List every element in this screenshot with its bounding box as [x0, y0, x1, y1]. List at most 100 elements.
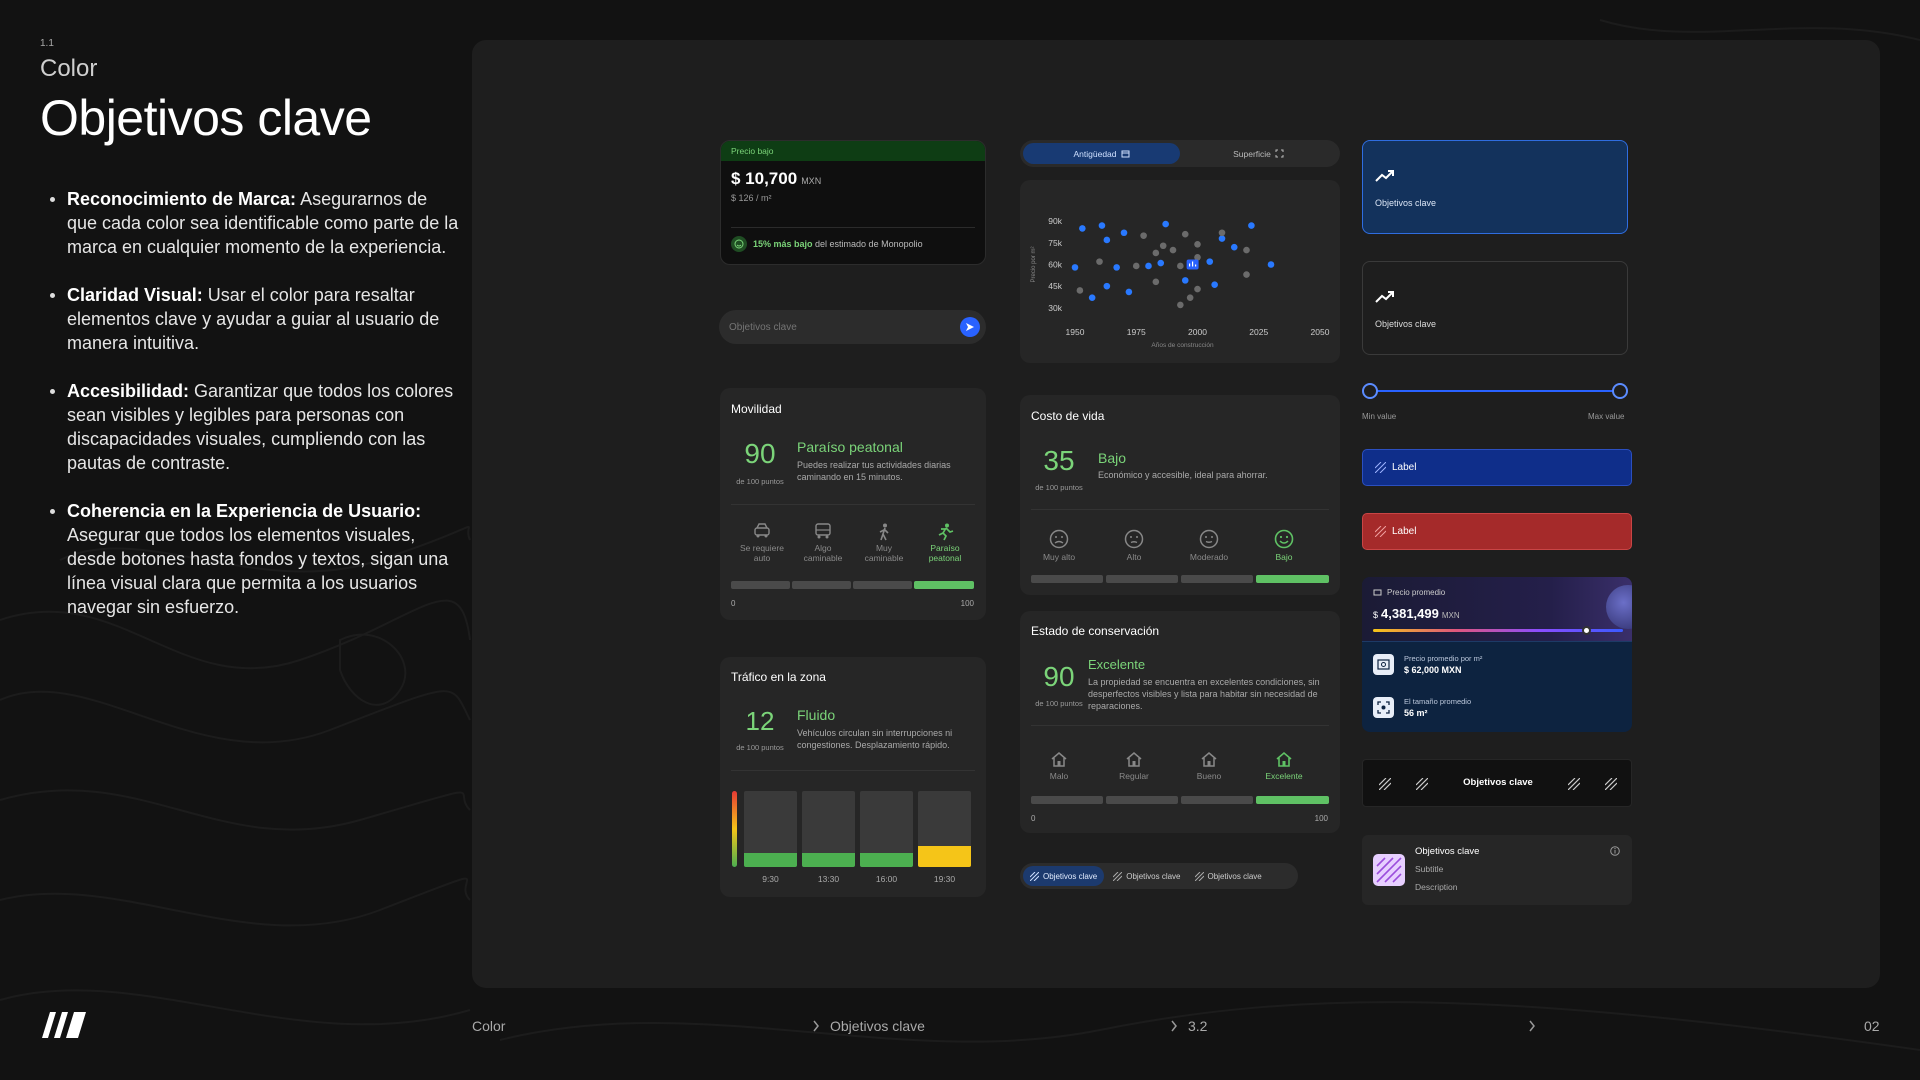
button-label: Label [1392, 462, 1417, 473]
scatter-point [1120, 229, 1128, 237]
list-item-title: Objetivos clave [1415, 846, 1480, 857]
level-item: Muy alto [1039, 529, 1079, 562]
info-icon[interactable] [1610, 846, 1620, 856]
level-item-active: Paraíso peatonal [915, 523, 975, 563]
segmented-toolbar: Objetivos clave [1362, 759, 1632, 807]
mobility-desc: Puedes realizar tus actividades diarias … [797, 460, 951, 482]
footer-breadcrumb[interactable]: Objetivos clave [830, 1018, 925, 1034]
stripes-icon[interactable] [1416, 778, 1428, 790]
traffic-time-label: 13:30 [817, 874, 840, 884]
tab-superficie[interactable]: Superficie [1180, 143, 1337, 164]
bullet-item: Claridad Visual: Usar el color para resa… [40, 283, 460, 355]
bullet-title: Accesibilidad: [67, 381, 190, 401]
objective-card-active[interactable]: Objetivos clave [1362, 140, 1628, 234]
slider-max-handle[interactable] [1612, 383, 1628, 399]
intro-section: 1.1 Color Objetivos clave Reconocimiento… [40, 38, 460, 643]
level-label: Excelente [1265, 771, 1303, 781]
cost-desc: Económico y accesible, ideal para ahorra… [1098, 470, 1268, 480]
pill[interactable]: Objetivos clave [1108, 866, 1185, 886]
scatter-point [1181, 277, 1189, 284]
segbar-label[interactable]: Objetivos clave [1448, 777, 1548, 788]
bullet-item: Accesibilidad: Garantizar que todos los … [40, 379, 460, 475]
conservation-score: 90 [1043, 661, 1075, 692]
chevron-right-icon[interactable] [1528, 1020, 1536, 1032]
scatter-point [1177, 262, 1184, 270]
price-card[interactable]: Precio bajo $ 10,700 MXN $ 126 / m² 15% … [720, 140, 986, 265]
range-slider[interactable] [1362, 382, 1628, 402]
traffic-bar-fill [860, 853, 913, 867]
level-bar-segment [792, 581, 851, 589]
scale-max: 100 [960, 599, 974, 608]
y-tick-label: 60k [1048, 260, 1062, 270]
search-input[interactable] [729, 321, 939, 333]
card-label: Objetivos clave [1375, 319, 1437, 329]
scatter-point [1248, 222, 1255, 229]
mobility-card: Movilidad 90 de 100 puntos Paraíso peato… [720, 388, 986, 620]
conservation-desc: La propiedad se encuentra en excelentes … [1088, 677, 1320, 711]
scatter-point [1098, 222, 1106, 229]
level-label: Malo [1049, 771, 1069, 781]
traffic-score: 12 [745, 706, 775, 736]
level-item: Bueno [1189, 751, 1229, 781]
price-currency: MXN [801, 176, 822, 186]
price-tag: Precio bajo [721, 141, 985, 161]
send-button[interactable] [960, 317, 980, 337]
stripes-icon[interactable] [1605, 778, 1617, 790]
level-label: Paraíso peatonal [928, 543, 962, 563]
level-item: Malo [1039, 751, 1079, 781]
scatter-point [1145, 262, 1152, 270]
x-axis-label: Años de construcción [1151, 342, 1214, 349]
cost-card: Costo de vida 35 de 100 puntos Bajo Econ… [1020, 395, 1340, 595]
scatter-chart-card: 90k 75k 60k 45k 30k 1950 1975 2000 2025 2050 Preci… [1020, 180, 1340, 363]
level-bar-segment [1106, 796, 1178, 804]
scatter-point [1125, 288, 1133, 296]
scale-max: 100 [1314, 814, 1328, 823]
avg-row-value: 56 m² [1404, 708, 1428, 718]
label-button-blue[interactable]: Label [1362, 449, 1632, 486]
list-item-description: Description [1415, 882, 1458, 892]
button-label: Label [1392, 526, 1417, 537]
car-icon [754, 523, 770, 538]
traffic-time-label: 16:00 [875, 874, 898, 884]
chevron-right-icon [813, 1020, 819, 1032]
scatter-point [1103, 236, 1111, 244]
tab-label: Superficie [1233, 148, 1271, 159]
level-label: Regular [1119, 771, 1149, 781]
x-tick-label: 1975 [1127, 327, 1146, 337]
cost-label: Bajo [1098, 450, 1127, 466]
stripes-icon[interactable] [1568, 778, 1580, 790]
avg-currency: MXN [1441, 611, 1460, 620]
avg-row-label: Precio promedio por m² [1404, 654, 1483, 663]
conservation-title: Estado de conservación [1031, 624, 1160, 638]
level-item: Se requiere auto [732, 523, 792, 563]
avg-row-value: $ 62,000 MXN [1404, 665, 1462, 675]
list-item[interactable]: Objetivos clave Subtitle Description [1362, 835, 1632, 905]
sad-face-icon [1049, 529, 1069, 549]
walking-icon [879, 523, 889, 541]
range-max-label: Max value [1588, 412, 1625, 421]
bullet-item: Reconocimiento de Marca: Asegurarnos de … [40, 187, 460, 259]
traffic-bar-fill [918, 845, 971, 867]
label-button-red[interactable]: Label [1362, 513, 1632, 550]
cost-score-of: de 100 puntos [1035, 483, 1083, 492]
objective-card[interactable]: Objetivos clave [1362, 261, 1628, 355]
scatter-point [1071, 264, 1079, 271]
traffic-gradient-scale [732, 791, 737, 867]
brand-logo [42, 1012, 86, 1038]
section-label: Color [40, 55, 98, 82]
footer-subsection[interactable]: 3.2 [1188, 1018, 1207, 1034]
pill[interactable]: Objetivos clave [1190, 866, 1267, 886]
trend-up-icon [1375, 291, 1394, 303]
search-bar[interactable] [719, 310, 986, 344]
slider-min-handle[interactable] [1362, 383, 1378, 399]
stripes-icon[interactable] [1379, 778, 1391, 790]
avg-slider-thumb[interactable] [1581, 626, 1591, 635]
level-label: Moderado [1189, 552, 1229, 562]
scatter-point [1177, 301, 1184, 309]
scatter-point [1218, 229, 1226, 237]
pill-active[interactable]: Objetivos clave [1023, 866, 1105, 886]
tab-antiguedad[interactable]: Antigüedad [1023, 143, 1180, 164]
section-number: 1.1 [40, 38, 54, 49]
scatter-point [1243, 246, 1250, 254]
send-icon [966, 323, 974, 331]
